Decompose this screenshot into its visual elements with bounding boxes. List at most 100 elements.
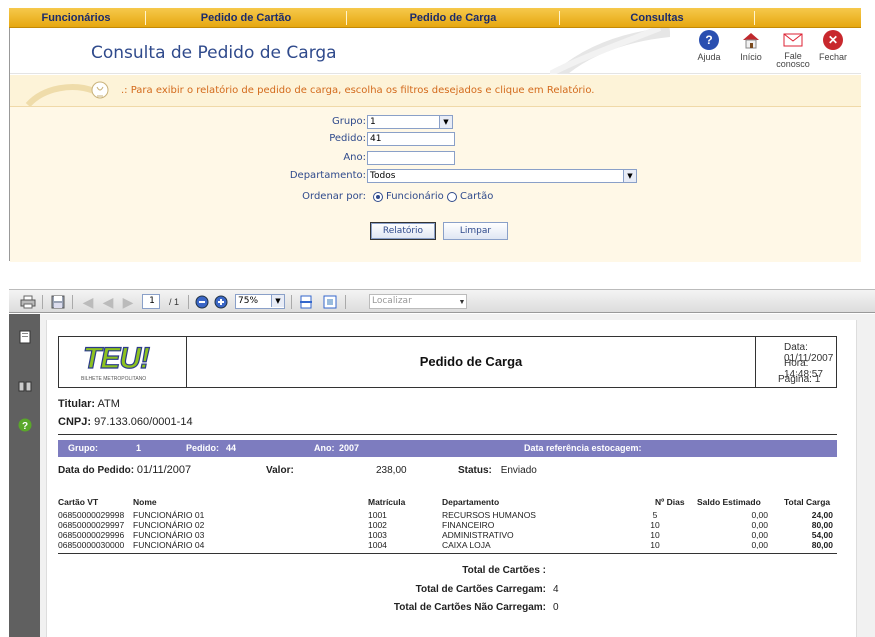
- total-cartoes-label: Total de Cartões :: [462, 565, 546, 576]
- col-saldo: Saldo Estimado: [697, 497, 761, 507]
- header-swoosh-decoration: [550, 28, 670, 74]
- home-button[interactable]: Início: [732, 30, 770, 62]
- row-total: 24,00: [811, 510, 833, 520]
- fit-page-icon[interactable]: [321, 294, 339, 310]
- row-cartao: 06850000029998: [58, 510, 125, 520]
- ano-input[interactable]: [367, 151, 455, 165]
- banner-text: .: Para exibir o relatório de pedido de …: [121, 85, 595, 96]
- row-matricula: 1004: [368, 540, 387, 550]
- logo-text: TEU!: [82, 341, 150, 375]
- row-departamento: ADMINISTRATIVO: [442, 530, 514, 540]
- chevron-down-icon[interactable]: ▼: [457, 294, 467, 310]
- data-pedido-value: 01/11/2007: [136, 464, 192, 476]
- bar-grupo-value: 1: [136, 443, 142, 453]
- row-cartao: 06850000029997: [58, 520, 125, 530]
- row-cartao: 06850000030000: [58, 540, 125, 550]
- bar-grupo-label: Grupo:: [68, 443, 98, 453]
- nav-divider: [754, 10, 755, 25]
- chevron-down-icon: ▼: [271, 295, 284, 307]
- cnpj-value: 97.133.060/0001-14: [94, 416, 193, 428]
- ordenar-option-label: Cartão: [460, 191, 494, 202]
- zoom-value: 75%: [238, 296, 259, 306]
- save-icon[interactable]: [49, 294, 67, 310]
- help-button[interactable]: ? Ajuda: [690, 30, 728, 62]
- grupo-select[interactable]: 1 ▼: [367, 115, 453, 129]
- next-page-icon[interactable]: ▶: [119, 294, 137, 310]
- grupo-select-value: 1: [370, 117, 376, 127]
- binoculars-icon[interactable]: [18, 378, 32, 392]
- bar-ano-value: 2007: [339, 443, 360, 453]
- radio-unselected-icon: [447, 191, 457, 202]
- zoom-in-icon[interactable]: [213, 294, 229, 310]
- page-header: Consulta de Pedido de Carga ? Ajuda Iníc…: [10, 28, 861, 74]
- ordenar-radio-cartao[interactable]: Cartão: [447, 191, 493, 202]
- row-nome: FUNCIONÁRIO 04: [133, 540, 205, 550]
- limpar-button[interactable]: Limpar: [443, 222, 508, 240]
- chevron-down-icon: ▼: [623, 170, 636, 182]
- report-meta: Data: 01/11/2007 Hora: 14:48:57 Página: …: [755, 337, 837, 387]
- nav-consultas[interactable]: Consultas: [562, 12, 752, 24]
- nav-funcionarios[interactable]: Funcionários: [9, 12, 143, 24]
- teu-logo: TEU! BILHETE METROPOLITANO: [59, 337, 187, 387]
- pedido-label: Pedido:: [329, 133, 366, 144]
- nao-carregam-value: 0: [553, 602, 559, 613]
- row-saldo: 0,00: [751, 540, 768, 550]
- grupo-label: Grupo:: [331, 116, 366, 127]
- col-cartao-vt: Cartão VT: [58, 497, 99, 507]
- contact-label: Fale conosco: [776, 51, 810, 69]
- bar-referencia-label: Data referência estocagem:: [524, 443, 642, 453]
- filter-form: Grupo: 1 ▼ Pedido: 41 Ano: Departamento:…: [10, 107, 861, 262]
- zoom-select[interactable]: 75% ▼: [235, 294, 285, 309]
- report-header: TEU! BILHETE METROPOLITANO Pedido de Car…: [58, 336, 837, 388]
- home-label: Início: [740, 52, 762, 62]
- close-label: Fechar: [818, 52, 847, 62]
- page-number-input[interactable]: 1: [142, 294, 160, 309]
- departamento-select-value: Todos: [370, 171, 396, 181]
- col-dias: Nº Dias: [655, 497, 685, 507]
- ordenar-radio-funcionario[interactable]: Funcionário: [373, 191, 444, 202]
- pedido-input[interactable]: 41: [367, 132, 455, 146]
- envelope-icon: [783, 30, 803, 50]
- relatorio-button[interactable]: Relatório: [370, 222, 436, 240]
- hora-label: Hora:: [784, 358, 809, 369]
- toolbar-divider: [72, 295, 73, 309]
- document-icon[interactable]: [18, 330, 32, 344]
- row-nome: FUNCIONÁRIO 01: [133, 510, 205, 520]
- row-dias: 10: [650, 520, 660, 530]
- valor-label: Valor:: [266, 465, 294, 476]
- zoom-out-icon[interactable]: [194, 294, 210, 310]
- page-width-icon[interactable]: [297, 294, 315, 310]
- nao-carregam-label: Total de Cartões Não Carregam:: [393, 602, 546, 613]
- toolbar-divider: [291, 295, 292, 309]
- help-label: Ajuda: [697, 52, 721, 62]
- pagina-value: 1: [814, 374, 821, 385]
- toolbar-divider: [345, 295, 346, 309]
- nav-pedido-cartao[interactable]: Pedido de Cartão: [148, 12, 344, 24]
- search-input[interactable]: Localizar: [369, 294, 467, 309]
- top-nav: Funcionários Pedido de Cartão Pedido de …: [9, 8, 861, 28]
- departamento-select[interactable]: Todos ▼: [367, 169, 637, 183]
- titular-value: ATM: [97, 398, 120, 410]
- row-nome: FUNCIONÁRIO 02: [133, 520, 205, 530]
- nav-pedido-carga[interactable]: Pedido de Carga: [349, 12, 557, 24]
- prev-page-icon[interactable]: ◀: [99, 294, 117, 310]
- col-departamento: Departamento: [442, 497, 500, 507]
- row-departamento: RECURSOS HUMANOS: [442, 510, 536, 520]
- row-matricula: 1003: [368, 530, 387, 540]
- first-page-icon[interactable]: ◀: [79, 294, 97, 310]
- contact-button[interactable]: Fale conosco: [774, 30, 812, 69]
- nav-divider: [145, 10, 146, 25]
- row-nome: FUNCIONÁRIO 03: [133, 530, 205, 540]
- row-departamento: FINANCEIRO: [442, 520, 495, 530]
- close-button[interactable]: ✕ Fechar: [814, 30, 852, 62]
- print-icon[interactable]: [19, 294, 37, 310]
- row-total: 54,00: [811, 530, 833, 540]
- viewer-sidebar: ?: [9, 314, 40, 637]
- divider: [58, 553, 837, 554]
- row-total: 80,00: [811, 520, 833, 530]
- ordenar-option-label: Funcionário: [386, 191, 444, 202]
- row-departamento: CAIXA LOJA: [442, 540, 491, 550]
- page-title: Consulta de Pedido de Carga: [91, 43, 337, 63]
- row-matricula: 1001: [368, 510, 387, 520]
- help-icon[interactable]: ?: [18, 418, 32, 432]
